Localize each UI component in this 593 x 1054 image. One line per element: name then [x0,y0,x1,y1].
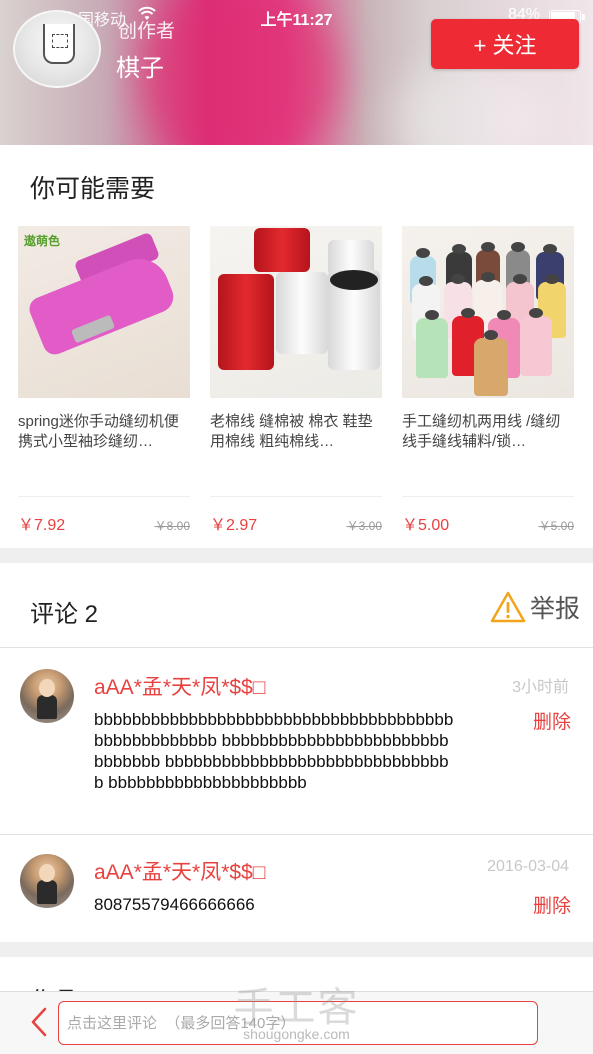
comment-time: 2016-03-04 [487,858,569,875]
delete-button[interactable]: 删除 [533,891,571,918]
comment-text: 80875579466666666 [94,895,255,914]
report-label: 举报 [530,595,581,623]
follow-label: + 关注 [473,33,537,58]
comments-section: 评论 2 举报 aAA*孟*天*凤*$$□ 3小时前 bbbbbbbbbbbbb… [0,563,593,942]
original-price: ￥5.00 [538,519,574,533]
app-screen: 中国移动 上午11:27 84% 创作者 棋子 + 关注 你可能需要 遨萌色 s… [0,0,593,1054]
product-title[interactable]: spring迷你手动缝纫机便携式小型袖珍缝纫… [18,412,190,452]
product-card[interactable]: 手工缝纫机两用线 /缝纫线手缝线辅料/锁… ￥5.00 ￥5.00 [402,226,576,535]
creator-label: 创作者 [118,21,176,42]
product-price: ￥2.97 [210,517,258,534]
spool-top [330,270,378,290]
thread-cone [416,310,448,378]
follow-button[interactable]: + 关注 [431,19,579,69]
original-price: ￥8.00 [154,519,190,533]
recommend-title: 你可能需要 [30,175,156,203]
product-prices: ￥7.92 ￥8.00 [18,511,190,535]
comment-item: aAA*孟*天*凤*$$□ 2016-03-04 808755794666666… [0,836,593,942]
brand-logo: 遨萌色 [24,234,61,248]
report-button[interactable]: 举报 [490,589,580,625]
comment-text: bbbbbbbbbbbbbbbbbbbbbbbbbbbbbbbbbbbbbbbb… [94,710,454,792]
thread-spool [254,228,310,272]
delete-button[interactable]: 删除 [533,707,571,734]
divider [402,496,574,497]
comment-username[interactable]: aAA*孟*天*凤*$$□ [94,856,265,886]
creator-header: 中国移动 上午11:27 84% 创作者 棋子 + 关注 [0,0,593,145]
product-card[interactable]: 老棉线 缝棉被 棉衣 鞋垫用棉线 粗纯棉线… ￥2.97 ￥3.00 [210,226,384,535]
product-price: ￥7.92 [18,517,66,534]
product-title[interactable]: 手工缝纫机两用线 /缝纫线手缝线辅料/锁… [402,412,574,452]
comment-username[interactable]: aAA*孟*天*凤*$$□ [94,671,265,701]
comment-item: aAA*孟*天*凤*$$□ 3小时前 bbbbbbbbbbbbbbbbbbbbb… [0,649,593,835]
comment-input-bar [0,991,593,1054]
creator-name[interactable]: 棋子 [116,48,164,83]
product-image[interactable] [210,226,382,398]
recommend-section: 你可能需要 遨萌色 spring迷你手动缝纫机便携式小型袖珍缝纫… ￥7.92 … [0,145,593,548]
product-price: ￥5.00 [402,517,450,534]
thread-spool [218,274,274,370]
comments-header: 评论 2 举报 [0,563,593,648]
header-background-blur [390,60,550,145]
avatar[interactable] [20,854,74,908]
product-title[interactable]: 老棉线 缝棉被 棉衣 鞋垫用棉线 粗纯棉线… [210,412,382,452]
thread-spool [276,272,328,354]
comment-time: 3小时前 [512,679,569,696]
avatar[interactable] [20,669,74,723]
divider [18,496,190,497]
product-image[interactable] [402,226,574,398]
product-image[interactable]: 遨萌色 [18,226,190,398]
comment-input[interactable] [58,1001,538,1045]
thread-cone [520,308,552,376]
cup-icon [43,24,75,64]
thread-cone [474,330,508,396]
product-prices: ￥5.00 ￥5.00 [402,511,574,535]
back-arrow-icon[interactable] [28,1006,50,1038]
comments-title: 评论 2 [30,601,99,628]
warning-icon [490,591,526,623]
product-prices: ￥2.97 ￥3.00 [210,511,382,535]
product-card[interactable]: 遨萌色 spring迷你手动缝纫机便携式小型袖珍缝纫… ￥7.92 ￥8.00 [18,226,192,535]
creator-avatar[interactable] [13,10,101,88]
divider [210,496,382,497]
product-list: 遨萌色 spring迷你手动缝纫机便携式小型袖珍缝纫… ￥7.92 ￥8.00 [18,226,578,535]
original-price: ￥3.00 [346,519,382,533]
